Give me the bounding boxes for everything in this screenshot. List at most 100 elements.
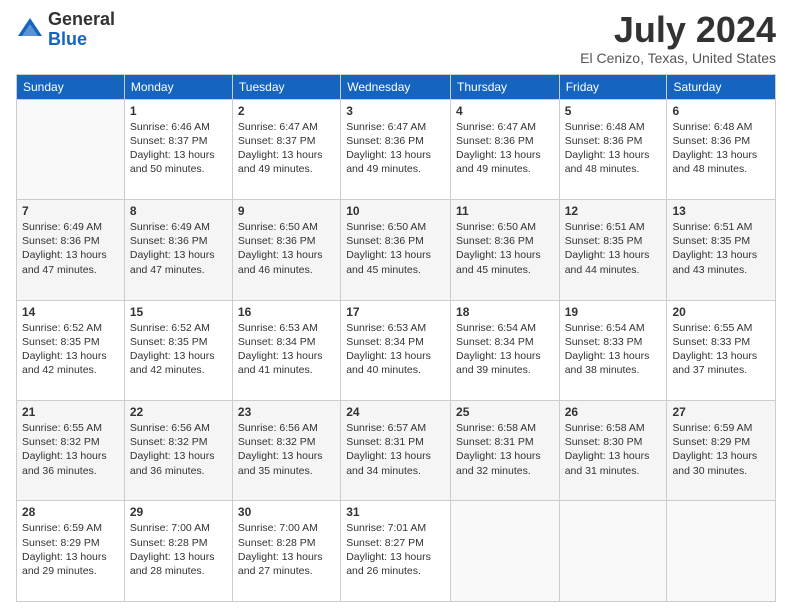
logo: General Blue: [16, 10, 115, 50]
day-info: Sunrise: 6:51 AMSunset: 8:35 PMDaylight:…: [565, 220, 662, 277]
day-number: 23: [238, 405, 335, 419]
day-info: Sunrise: 6:47 AMSunset: 8:36 PMDaylight:…: [456, 120, 554, 177]
calendar-cell: 31Sunrise: 7:01 AMSunset: 8:27 PMDayligh…: [341, 501, 451, 602]
day-info: Sunrise: 7:01 AMSunset: 8:27 PMDaylight:…: [346, 521, 445, 578]
calendar-cell: 21 Sunrise: 6:55 AMSunset: 8:32 PMDayligh…: [17, 401, 125, 501]
col-monday: Monday: [124, 74, 232, 99]
day-info: Sunrise: 6:47 AMSunset: 8:36 PMDaylight:…: [346, 120, 445, 177]
day-info: Sunrise: 6:49 AMSunset: 8:36 PMDaylight:…: [130, 220, 227, 277]
day-number: 18: [456, 305, 554, 319]
day-info: Sunrise: 6:52 AMSunset: 8:35 PMDaylight:…: [22, 321, 119, 378]
day-number: 11: [456, 204, 554, 218]
calendar-cell: 16Sunrise: 6:53 AMSunset: 8:34 PMDayligh…: [232, 300, 340, 400]
day-info: Sunrise: 6:57 AMSunset: 8:31 PMDaylight:…: [346, 421, 445, 478]
day-number: 21: [22, 405, 119, 419]
calendar-cell: 26Sunrise: 6:58 AMSunset: 8:30 PMDayligh…: [559, 401, 667, 501]
day-number: 30: [238, 505, 335, 519]
col-thursday: Thursday: [451, 74, 560, 99]
day-info: Sunrise: 6:53 AMSunset: 8:34 PMDaylight:…: [346, 321, 445, 378]
calendar-cell: [559, 501, 667, 602]
day-number: 9: [238, 204, 335, 218]
day-info: Sunrise: 6:50 AMSunset: 8:36 PMDaylight:…: [346, 220, 445, 277]
calendar-cell: 6Sunrise: 6:48 AMSunset: 8:36 PMDaylight…: [667, 99, 776, 199]
day-number: 3: [346, 104, 445, 118]
day-info: Sunrise: 7:00 AMSunset: 8:28 PMDaylight:…: [238, 521, 335, 578]
day-number: 5: [565, 104, 662, 118]
logo-general: General: [48, 10, 115, 30]
day-number: 10: [346, 204, 445, 218]
day-info: Sunrise: 6:46 AMSunset: 8:37 PMDaylight:…: [130, 120, 227, 177]
day-info: Sunrise: 6:52 AMSunset: 8:35 PMDaylight:…: [130, 321, 227, 378]
day-number: 2: [238, 104, 335, 118]
calendar-cell: 11 Sunrise: 6:50 AMSunset: 8:36 PMDayligh…: [451, 200, 560, 300]
col-friday: Friday: [559, 74, 667, 99]
day-number: 8: [130, 204, 227, 218]
day-info: Sunrise: 6:54 AMSunset: 8:34 PMDaylight:…: [456, 321, 554, 378]
calendar-header-row: Sunday Monday Tuesday Wednesday Thursday…: [17, 74, 776, 99]
day-number: 7: [22, 204, 119, 218]
calendar-cell: [451, 501, 560, 602]
day-info: Sunrise: 6:50 AMSunset: 8:36 PMDaylight:…: [238, 220, 335, 277]
calendar-cell: 5 Sunrise: 6:48 AMSunset: 8:36 PMDaylight…: [559, 99, 667, 199]
col-wednesday: Wednesday: [341, 74, 451, 99]
day-number: 20: [672, 305, 770, 319]
logo-icon: [16, 16, 44, 44]
day-info: Sunrise: 6:50 AMSunset: 8:36 PMDaylight:…: [456, 220, 554, 277]
logo-text: General Blue: [48, 10, 115, 50]
header: General Blue July 2024 El Cenizo, Texas,…: [16, 10, 776, 66]
calendar-cell: 1 Sunrise: 6:46 AMSunset: 8:37 PMDaylight…: [124, 99, 232, 199]
calendar-cell: 19 Sunrise: 6:54 AMSunset: 8:33 PMDayligh…: [559, 300, 667, 400]
calendar-cell: 13Sunrise: 6:51 AMSunset: 8:35 PMDayligh…: [667, 200, 776, 300]
day-number: 1: [130, 104, 227, 118]
day-info: Sunrise: 6:55 AMSunset: 8:32 PMDaylight:…: [22, 421, 119, 478]
day-number: 14: [22, 305, 119, 319]
col-saturday: Saturday: [667, 74, 776, 99]
calendar-week-row: 1 Sunrise: 6:46 AMSunset: 8:37 PMDaylight…: [17, 99, 776, 199]
day-number: 12: [565, 204, 662, 218]
day-info: Sunrise: 6:48 AMSunset: 8:36 PMDaylight:…: [565, 120, 662, 177]
calendar-cell: 27 Sunrise: 6:59 AMSunset: 8:29 PMDayligh…: [667, 401, 776, 501]
day-info: Sunrise: 6:59 AMSunset: 8:29 PMDaylight:…: [672, 421, 770, 478]
calendar-cell: 25Sunrise: 6:58 AMSunset: 8:31 PMDayligh…: [451, 401, 560, 501]
calendar-cell: [667, 501, 776, 602]
title-block: July 2024 El Cenizo, Texas, United State…: [580, 10, 776, 66]
day-number: 19: [565, 305, 662, 319]
day-number: 27: [672, 405, 770, 419]
calendar-cell: 29 Sunrise: 7:00 AMSunset: 8:28 PMDayligh…: [124, 501, 232, 602]
calendar-cell: 9 Sunrise: 6:50 AMSunset: 8:36 PMDaylight…: [232, 200, 340, 300]
day-info: Sunrise: 6:49 AMSunset: 8:36 PMDaylight:…: [22, 220, 119, 277]
day-info: Sunrise: 6:47 AMSunset: 8:37 PMDaylight:…: [238, 120, 335, 177]
calendar-cell: 30 Sunrise: 7:00 AMSunset: 8:28 PMDayligh…: [232, 501, 340, 602]
day-number: 15: [130, 305, 227, 319]
day-number: 29: [130, 505, 227, 519]
calendar-cell: 23Sunrise: 6:56 AMSunset: 8:32 PMDayligh…: [232, 401, 340, 501]
calendar-cell: 17Sunrise: 6:53 AMSunset: 8:34 PMDayligh…: [341, 300, 451, 400]
calendar-cell: 8 Sunrise: 6:49 AMSunset: 8:36 PMDaylight…: [124, 200, 232, 300]
calendar-cell: 3 Sunrise: 6:47 AMSunset: 8:36 PMDaylight…: [341, 99, 451, 199]
day-info: Sunrise: 6:48 AMSunset: 8:36 PMDaylight:…: [672, 120, 770, 177]
calendar-cell: 7 Sunrise: 6:49 AMSunset: 8:36 PMDaylight…: [17, 200, 125, 300]
day-info: Sunrise: 6:54 AMSunset: 8:33 PMDaylight:…: [565, 321, 662, 378]
col-sunday: Sunday: [17, 74, 125, 99]
logo-blue: Blue: [48, 30, 115, 50]
col-tuesday: Tuesday: [232, 74, 340, 99]
calendar-week-row: 14 Sunrise: 6:52 AMSunset: 8:35 PMDayligh…: [17, 300, 776, 400]
day-number: 22: [130, 405, 227, 419]
calendar-week-row: 21 Sunrise: 6:55 AMSunset: 8:32 PMDayligh…: [17, 401, 776, 501]
calendar-cell: 12 Sunrise: 6:51 AMSunset: 8:35 PMDayligh…: [559, 200, 667, 300]
subtitle: El Cenizo, Texas, United States: [580, 50, 776, 66]
calendar-cell: 15 Sunrise: 6:52 AMSunset: 8:35 PMDayligh…: [124, 300, 232, 400]
calendar-cell: 4 Sunrise: 6:47 AMSunset: 8:36 PMDaylight…: [451, 99, 560, 199]
day-number: 28: [22, 505, 119, 519]
calendar-week-row: 7 Sunrise: 6:49 AMSunset: 8:36 PMDaylight…: [17, 200, 776, 300]
day-number: 24: [346, 405, 445, 419]
calendar-cell: 22Sunrise: 6:56 AMSunset: 8:32 PMDayligh…: [124, 401, 232, 501]
calendar-cell: 2 Sunrise: 6:47 AMSunset: 8:37 PMDaylight…: [232, 99, 340, 199]
day-info: Sunrise: 6:53 AMSunset: 8:34 PMDaylight:…: [238, 321, 335, 378]
calendar-cell: 28Sunrise: 6:59 AMSunset: 8:29 PMDayligh…: [17, 501, 125, 602]
day-info: Sunrise: 6:51 AMSunset: 8:35 PMDaylight:…: [672, 220, 770, 277]
calendar-cell: 18 Sunrise: 6:54 AMSunset: 8:34 PMDayligh…: [451, 300, 560, 400]
day-number: 4: [456, 104, 554, 118]
day-number: 26: [565, 405, 662, 419]
day-info: Sunrise: 7:00 AMSunset: 8:28 PMDaylight:…: [130, 521, 227, 578]
